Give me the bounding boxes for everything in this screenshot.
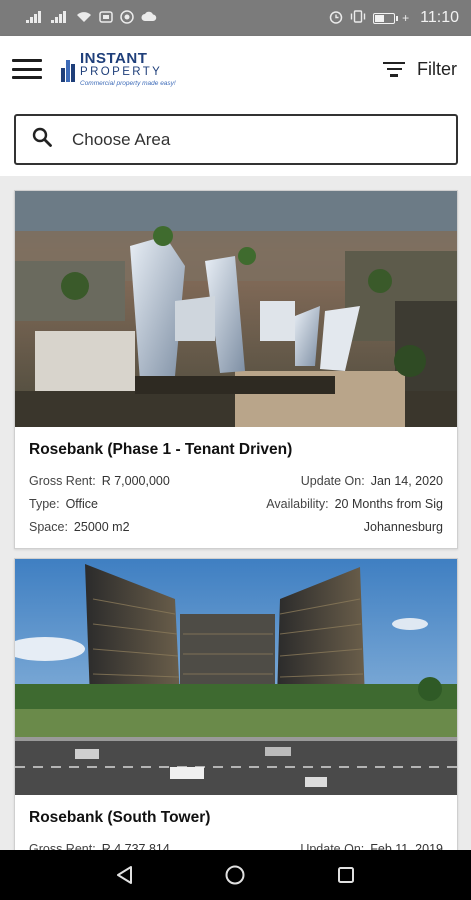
detail-row: Type: Office Availability: 20 Months from … [29, 492, 443, 515]
logo-mark [60, 56, 76, 82]
alarm-icon [329, 10, 343, 27]
menu-icon[interactable] [12, 59, 42, 79]
home-icon[interactable] [215, 855, 255, 895]
vibrate-icon [350, 10, 366, 26]
logo-tagline: Commercial property made easy! [80, 79, 176, 87]
listing-title: Rosebank (Phase 1 - Tenant Driven) [29, 441, 293, 458]
listing-details: Rosebank (South Tower) Gross Rent: R 4,73… [15, 795, 457, 850]
listing-photo [15, 191, 457, 427]
area-search-input[interactable]: Choose Area [14, 114, 458, 165]
search-icon [32, 127, 52, 152]
signal-icon [26, 10, 44, 26]
gross-rent-label: Gross Rent: [29, 473, 96, 488]
filter-button[interactable]: Filter [383, 59, 457, 80]
listing-card[interactable]: Rosebank (South Tower) Gross Rent: R 4,73… [14, 558, 458, 850]
listing-list[interactable]: Rosebank (Phase 1 - Tenant Driven) Gross… [0, 176, 471, 850]
battery-fill [375, 14, 385, 22]
charging-icon: + [402, 11, 410, 25]
type-label: Type: [29, 496, 60, 511]
logo-line2: PROPERTY [80, 66, 163, 78]
search-placeholder: Choose Area [72, 129, 171, 149]
logo-text: INSTANT PROPERTY Commercial property mad… [80, 51, 176, 87]
status-left-icons [26, 9, 157, 27]
app-bar: INSTANT PROPERTY Commercial property mad… [0, 36, 471, 102]
availability-value: 20 Months from Sig [334, 496, 443, 511]
search-section: Choose Area [0, 102, 471, 176]
detail-row: Gross Rent: R 7,000,000 Update On: Jan 14,… [29, 469, 443, 492]
whatsapp-icon [120, 9, 134, 27]
listing-title: Rosebank (South Tower) [29, 809, 211, 826]
signal-icon [51, 10, 69, 26]
update-label: Update On: [300, 473, 365, 488]
update-label: Update On: [300, 841, 365, 851]
listing-details: Rosebank (Phase 1 - Tenant Driven) Gross… [15, 427, 457, 548]
listing-card[interactable]: Rosebank (Phase 1 - Tenant Driven) Gross… [14, 190, 458, 549]
instant-property-logo: INSTANT PROPERTY Commercial property mad… [60, 51, 176, 87]
gross-rent-value: R 4,737,814 [101, 841, 170, 851]
usb-icon [99, 10, 113, 26]
logo-line1: INSTANT [80, 50, 148, 67]
wifi-icon [76, 11, 92, 26]
detail-row: Gross Rent: R 4,737,814 Update On: Feb 11,… [29, 837, 443, 851]
cloud-icon [141, 11, 157, 25]
status-bar: + 11:10 [0, 0, 471, 36]
gross-rent-value: R 7,000,000 [101, 473, 170, 488]
filter-icon [383, 61, 405, 77]
back-icon[interactable] [105, 855, 145, 895]
update-value: Jan 14, 2020 [370, 473, 443, 488]
type-value: Office [65, 496, 98, 511]
update-value: Feb 11, 2019 [370, 841, 443, 851]
status-right-icons: + 11:10 [329, 9, 459, 27]
listing-photo [15, 559, 457, 795]
detail-row: Space: 25000 m2 Johannesburg [29, 515, 443, 538]
availability-label: Availability: [266, 496, 329, 511]
gross-rent-label: Gross Rent: [29, 841, 96, 851]
filter-label: Filter [417, 58, 457, 79]
city-value: Johannesburg [363, 519, 443, 534]
space-label: Space: [29, 519, 68, 534]
space-value: 25000 m2 [73, 519, 130, 534]
recents-icon[interactable] [326, 855, 366, 895]
battery-icon [373, 12, 399, 24]
clock: 11:10 [420, 9, 459, 26]
system-nav-bar [0, 850, 471, 900]
